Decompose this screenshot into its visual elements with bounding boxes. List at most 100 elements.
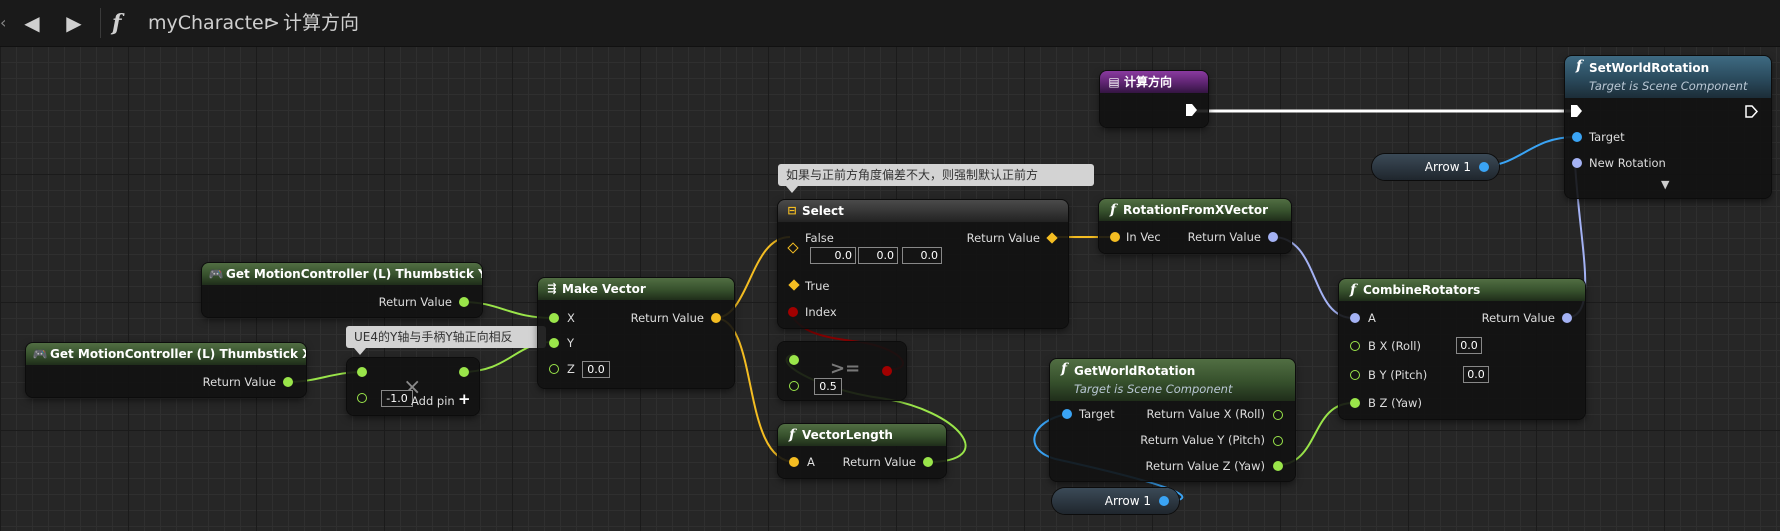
comment-multiply[interactable]: UE4的Y轴与手柄Y轴正向相反 xyxy=(346,326,546,355)
get-world-rotation-target-label: Target xyxy=(1079,407,1115,421)
select-false-pin[interactable] xyxy=(787,242,799,254)
thumbstick-x-return-label: Return Value xyxy=(202,375,276,389)
make-vector-z-pin[interactable] xyxy=(549,364,559,374)
combine-by-pin[interactable] xyxy=(1350,370,1360,380)
make-struct-icon: ⇶ xyxy=(547,282,557,295)
vector-length-a-pin[interactable] xyxy=(789,457,799,467)
compare-out-pin[interactable] xyxy=(882,366,892,376)
in-vec-label: In Vec xyxy=(1126,230,1161,244)
make-vector-z-field[interactable]: 0.0 xyxy=(582,361,610,378)
vector-length-return-pin[interactable] xyxy=(923,457,933,467)
get-world-rotation-node[interactable]: f GetWorldRotation Target is Scene Compo… xyxy=(1050,359,1295,481)
set-world-rotation-exec-out[interactable] xyxy=(1745,105,1758,118)
combine-return-pin[interactable] xyxy=(1562,313,1572,323)
thumbstick-x-return-pin[interactable] xyxy=(283,377,293,387)
return-x-pin[interactable] xyxy=(1273,410,1283,420)
make-vector-node[interactable]: ⇶ Make Vector X Y Z 0.0 Return Value xyxy=(538,278,734,388)
comment-select[interactable]: 如果与正前方角度偏差不大，则强制默认正前方 xyxy=(778,164,1094,193)
multiply-in-a-pin[interactable] xyxy=(357,367,367,377)
select-false-z-field[interactable]: 0.0 xyxy=(902,247,942,264)
arrow-component-node-top[interactable]: Arrow 1 xyxy=(1372,154,1499,180)
vector-length-node[interactable]: f VectorLength A Return Value xyxy=(778,424,946,478)
breadcrumb-owner[interactable]: myCharacter xyxy=(148,0,272,46)
arrow-right-icon: ▶ xyxy=(66,11,82,35)
arrow-top-out-pin[interactable] xyxy=(1479,162,1489,172)
select-return-label: Return Value xyxy=(966,231,1040,245)
comment-multiply-text: UE4的Y轴与手柄Y轴正向相反 xyxy=(354,330,513,344)
multiply-value-field[interactable]: -1.0 xyxy=(381,390,413,407)
compare-value-field[interactable]: 0.5 xyxy=(814,378,842,395)
thumbstick-y-return-pin[interactable] xyxy=(459,297,469,307)
entry-node-title: 计算方向 xyxy=(1124,75,1173,89)
select-true-pin[interactable] xyxy=(788,279,800,291)
compare-in-b-pin[interactable] xyxy=(789,381,799,391)
select-node[interactable]: ⊟ Select False X 0.0 Y 0.0 Z 0.0 True In… xyxy=(778,200,1068,328)
combine-by-field[interactable]: 0.0 xyxy=(1463,366,1489,383)
toolbar-edge-glyph: ‹ xyxy=(0,13,7,32)
multiply-in-b-pin[interactable] xyxy=(357,393,367,403)
select-return-pin[interactable] xyxy=(1046,232,1058,244)
function-icon: f xyxy=(1060,361,1068,377)
select-false-y-field[interactable]: 0.0 xyxy=(858,247,898,264)
thumbstick-y-node[interactable]: 🎮 Get MotionController (L) Thumbstick Y … xyxy=(202,263,482,317)
entry-node[interactable]: ▤ 计算方向 xyxy=(1100,71,1208,127)
return-y-label: Return Value Y (Pitch) xyxy=(1140,433,1265,447)
return-x-label: Return Value X (Roll) xyxy=(1146,407,1265,421)
comment-select-text: 如果与正前方角度偏差不大，则强制默认正前方 xyxy=(786,168,1039,182)
plus-icon[interactable]: + xyxy=(458,392,471,407)
breadcrumb-function[interactable]: 计算方向 xyxy=(283,0,359,46)
combine-return-label: Return Value xyxy=(1481,311,1555,325)
target-pin[interactable] xyxy=(1572,132,1582,142)
multiply-out-pin[interactable] xyxy=(459,367,469,377)
vector-length-return-label: Return Value xyxy=(842,455,916,469)
in-vec-pin[interactable] xyxy=(1110,232,1120,242)
compare-symbol: >= xyxy=(830,358,861,379)
combine-bz-label: B Z (Yaw) xyxy=(1368,396,1422,410)
breadcrumb-separator: > xyxy=(264,12,280,34)
select-title: Select xyxy=(802,204,844,218)
back-button[interactable]: ◀ xyxy=(19,0,45,46)
combine-a-label: A xyxy=(1368,311,1376,325)
set-world-rotation-node[interactable]: f SetWorldRotation Target is Scene Compo… xyxy=(1565,56,1771,198)
combine-bx-field[interactable]: 0.0 xyxy=(1456,337,1482,354)
expand-arrow-icon[interactable]: ▼ xyxy=(1661,178,1669,192)
arrow-bottom-label: Arrow 1 xyxy=(1104,494,1151,508)
arrow-bottom-out-pin[interactable] xyxy=(1159,496,1169,506)
select-false-x-field[interactable]: 0.0 xyxy=(810,247,856,264)
compare-node[interactable]: 0.5 >= xyxy=(778,342,906,400)
make-vector-x-label: X xyxy=(567,311,575,325)
combine-by-label: B Y (Pitch) xyxy=(1368,368,1428,382)
thumbstick-y-return-label: Return Value xyxy=(378,295,452,309)
combine-rotators-node[interactable]: f CombineRotators A Return Value B X (Ro… xyxy=(1339,279,1585,419)
forward-button[interactable]: ▶ xyxy=(61,0,87,46)
select-index-pin[interactable] xyxy=(788,307,798,317)
target-pin-label: Target xyxy=(1589,130,1625,144)
vector-length-title: VectorLength xyxy=(802,428,893,442)
arrow-component-node-bottom[interactable]: Arrow 1 xyxy=(1052,488,1179,514)
make-vector-x-pin[interactable] xyxy=(549,313,559,323)
set-world-rotation-title: SetWorldRotation xyxy=(1589,61,1710,75)
combine-a-pin[interactable] xyxy=(1350,313,1360,323)
arrow-top-label: Arrow 1 xyxy=(1424,160,1471,174)
make-vector-y-pin[interactable] xyxy=(549,338,559,348)
function-f-icon: f xyxy=(112,10,122,36)
make-vector-y-label: Y xyxy=(567,336,575,350)
thumbstick-x-node[interactable]: 🎮 Get MotionController (L) Thumbstick X … xyxy=(26,343,306,397)
select-index-label: Index xyxy=(805,305,837,319)
return-z-pin[interactable] xyxy=(1273,461,1283,471)
set-world-rotation-exec-in[interactable] xyxy=(1571,105,1582,117)
combine-bx-pin[interactable] xyxy=(1350,341,1360,351)
gamepad-icon: 🎮 xyxy=(208,267,224,281)
make-vector-return-pin[interactable] xyxy=(711,313,721,323)
entry-exec-out-pin[interactable] xyxy=(1186,104,1197,116)
multiply-node[interactable]: × -1.0 Add pin + xyxy=(347,358,479,415)
compare-in-a-pin[interactable] xyxy=(789,355,799,365)
rotation-from-x-return-pin[interactable] xyxy=(1268,232,1278,242)
return-y-pin[interactable] xyxy=(1273,436,1283,446)
rotation-from-x-vector-node[interactable]: f RotationFromXVector In Vec Return Valu… xyxy=(1099,199,1291,253)
combine-bz-pin[interactable] xyxy=(1350,398,1360,408)
new-rotation-pin[interactable] xyxy=(1572,158,1582,168)
add-pin-label[interactable]: Add pin xyxy=(411,394,455,408)
get-world-rotation-target-pin[interactable] xyxy=(1062,409,1072,419)
gamepad-icon: 🎮 xyxy=(32,347,48,361)
